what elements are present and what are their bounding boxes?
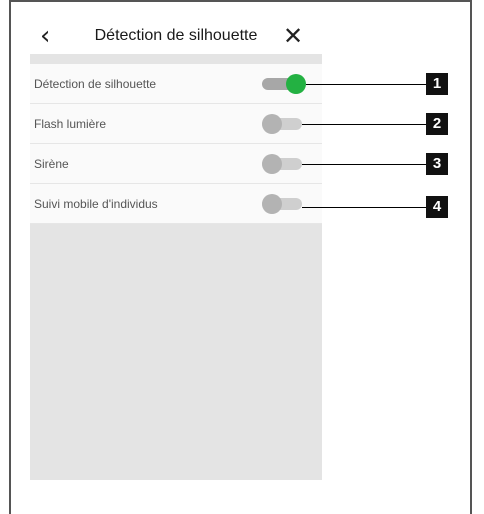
callout-badge-1: 1 [426,73,448,95]
setting-row-detection-silhouette: Détection de silhouette [30,64,322,104]
callout-line-4 [302,207,426,208]
setting-label: Sirène [34,157,69,171]
toggle-knob [286,74,306,94]
setting-row-flash-lumiere: Flash lumière [30,104,322,144]
toggle-flash-lumiere[interactable] [262,114,306,134]
toggle-knob [262,114,282,134]
toggle-detection-silhouette[interactable] [262,74,306,94]
toggle-knob [262,194,282,214]
settings-list: Détection de silhouette Flash lumière Si… [30,64,322,224]
setting-row-sirene: Sirène [30,144,322,184]
setting-label: Détection de silhouette [34,77,157,91]
setting-label: Flash lumière [34,117,107,131]
callout-line-3 [302,164,426,165]
toggle-knob [262,154,282,174]
callout-line-1 [306,84,426,85]
close-icon[interactable]: ✕ [278,18,308,54]
callout-badge-3: 3 [426,153,448,175]
callout-badge-2: 2 [426,113,448,135]
setting-label: Suivi mobile d'individus [34,197,158,211]
toggle-suivi-mobile[interactable] [262,194,306,214]
callout-line-2 [302,124,426,125]
setting-row-suivi-mobile: Suivi mobile d'individus [30,184,322,224]
callout-badge-4: 4 [426,196,448,218]
header-bar: ‹ Détection de silhouette ✕ [30,18,322,54]
toggle-sirene[interactable] [262,154,306,174]
